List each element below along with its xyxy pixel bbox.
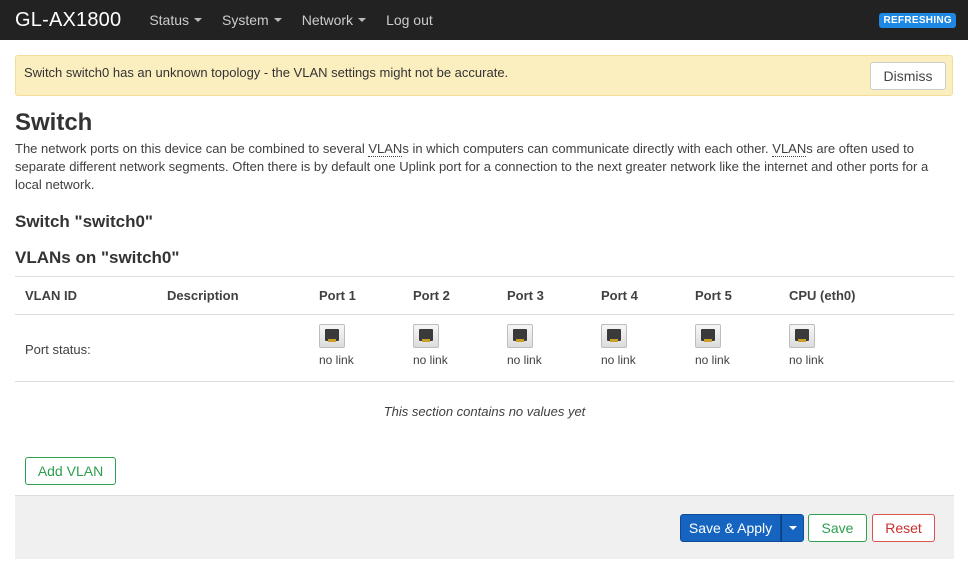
ethernet-port-icon [695, 324, 721, 348]
page-description: The network ports on this device can be … [15, 140, 950, 194]
vlans-heading: VLANs on "switch0" [15, 248, 180, 267]
column-header-port-5: Port 5 [695, 288, 732, 303]
nav-menu-status-label: Status [149, 12, 190, 28]
save-apply-dropdown-toggle[interactable] [781, 514, 804, 542]
nav-menu-network-label: Network [301, 12, 354, 28]
dismiss-button[interactable]: Dismiss [870, 62, 946, 90]
description-text: s in which computers can communicate dir… [402, 141, 773, 156]
description-text: The network ports on this device can be … [15, 141, 369, 156]
port-5-status: no link [695, 324, 775, 367]
port-1-link-text: no link [319, 353, 354, 367]
alert-message: Switch switch0 has an unknown topology -… [24, 65, 509, 80]
port-3-status: no link [507, 324, 587, 367]
nav-menu-network[interactable]: Network [301, 12, 367, 28]
nav-menu-system[interactable]: System [222, 12, 282, 28]
save-apply-split-button: Save & Apply [680, 514, 804, 542]
port-status-label: Port status: [25, 342, 91, 357]
save-apply-button[interactable]: Save & Apply [680, 514, 781, 542]
port-4-status: no link [601, 324, 681, 367]
logout-link[interactable]: Log out [386, 12, 433, 28]
caret-down-icon [358, 18, 367, 22]
port-4-link-text: no link [601, 353, 636, 367]
empty-section-message: This section contains no values yet [383, 404, 586, 419]
caret-down-icon [194, 18, 203, 22]
ethernet-port-icon [507, 324, 533, 348]
cpu-port-status: no link [789, 324, 869, 367]
ethernet-port-icon [319, 324, 345, 348]
vlan-abbreviation: VLAN [772, 141, 807, 157]
empty-section-row: This section contains no values yet [15, 382, 954, 440]
nav-menu-system-label: System [222, 12, 269, 28]
port-3-link-text: no link [507, 353, 542, 367]
column-header-cpu: CPU (eth0) [789, 288, 856, 303]
column-header-port-1: Port 1 [319, 288, 356, 303]
caret-down-icon [273, 18, 282, 22]
switch-heading: Switch "switch0" [15, 212, 153, 231]
cpu-port-link-text: no link [789, 353, 824, 367]
column-header-port-2: Port 2 [413, 288, 450, 303]
ethernet-port-icon [601, 324, 627, 348]
topology-warning-alert: Switch switch0 has an unknown topology -… [15, 55, 953, 96]
table-header-row: VLAN ID Description Port 1 Port 2 Port 3… [15, 277, 954, 315]
column-header-description: Description [167, 288, 239, 303]
refreshing-badge[interactable]: REFRESHING [879, 13, 956, 28]
port-2-link-text: no link [413, 353, 448, 367]
top-navbar: GL-AX1800 Status System Network Log out … [0, 0, 968, 40]
ethernet-port-icon [413, 324, 439, 348]
save-button[interactable]: Save [808, 514, 867, 542]
form-actions-bar: Save & Apply Save Reset [15, 495, 954, 559]
brand-title[interactable]: GL-AX1800 [15, 9, 121, 32]
port-2-status: no link [413, 324, 493, 367]
port-status-row: Port status: no link no link no link no … [15, 315, 954, 382]
nav-menu-status[interactable]: Status [149, 12, 203, 28]
page-title: Switch [15, 109, 93, 136]
reset-button[interactable]: Reset [872, 514, 935, 542]
column-header-port-3: Port 3 [507, 288, 544, 303]
port-5-link-text: no link [695, 353, 730, 367]
ethernet-port-icon [789, 324, 815, 348]
vlan-table: VLAN ID Description Port 1 Port 2 Port 3… [15, 276, 954, 440]
add-vlan-button[interactable]: Add VLAN [25, 457, 116, 485]
column-header-port-4: Port 4 [601, 288, 638, 303]
port-1-status: no link [319, 324, 399, 367]
vlan-abbreviation: VLAN [368, 141, 403, 157]
column-header-vlan-id: VLAN ID [25, 288, 77, 303]
